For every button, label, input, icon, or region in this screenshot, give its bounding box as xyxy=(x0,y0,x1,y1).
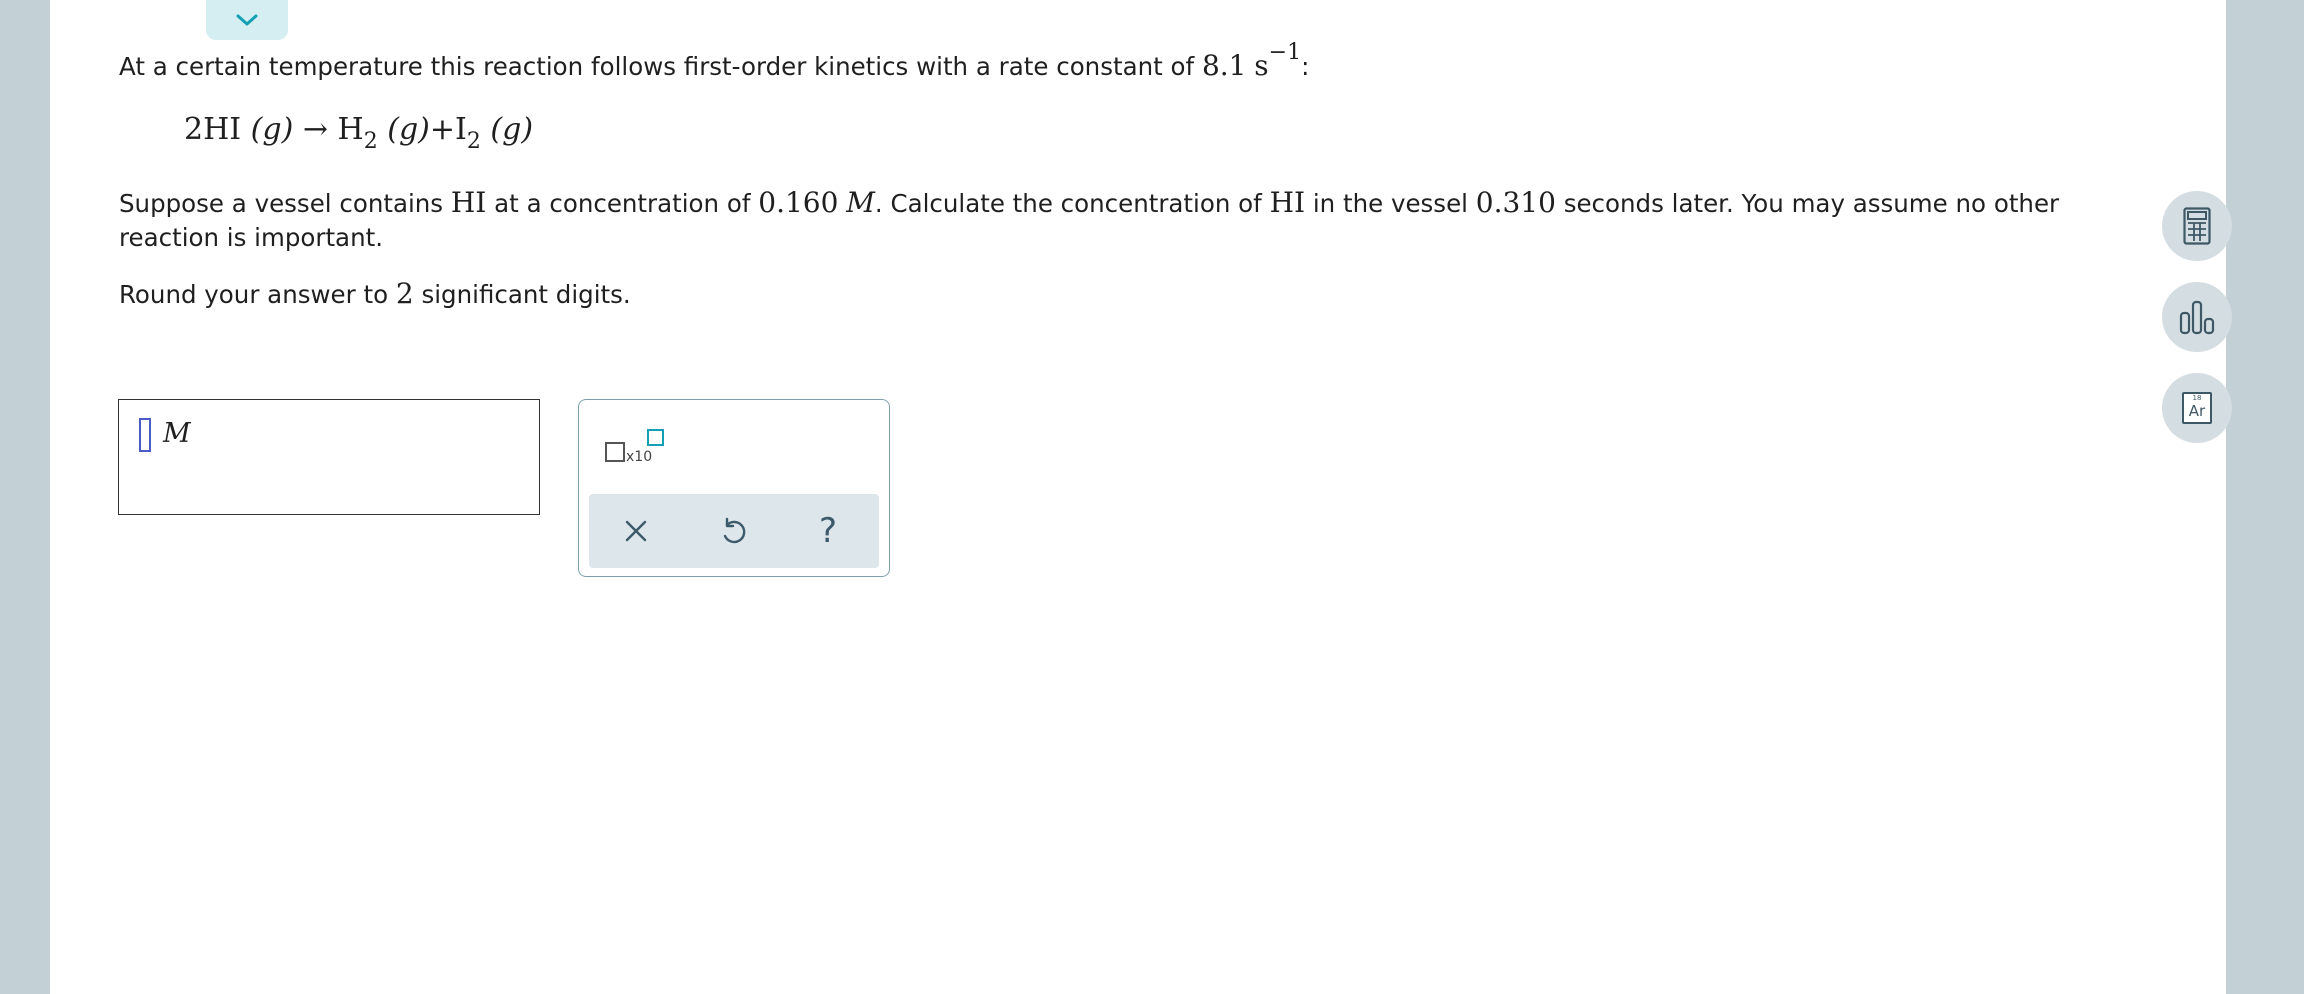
close-icon xyxy=(625,520,647,542)
help-button[interactable]: ? xyxy=(809,511,847,551)
question-intro: At a certain temperature this reaction f… xyxy=(119,40,1310,82)
reaction-arrow: → xyxy=(302,112,328,147)
question-panel: At a certain temperature this reaction f… xyxy=(50,0,2232,994)
calculator-icon xyxy=(2183,207,2211,245)
undo-icon xyxy=(723,517,746,544)
input-cursor-placeholder xyxy=(139,418,151,452)
collapse-toggle-button[interactable] xyxy=(206,0,288,40)
chevron-down-icon xyxy=(236,14,258,26)
rate-unit: s xyxy=(1254,49,1269,82)
rounding-instruction: Round your answer to 2 significant digit… xyxy=(119,277,631,310)
rate-constant-value: 8.1 xyxy=(1201,49,1247,82)
base-placeholder-icon xyxy=(605,442,625,462)
periodic-table-button[interactable]: 18 Ar xyxy=(2162,373,2232,443)
scientific-notation-button[interactable]: x10 xyxy=(603,428,665,468)
math-keypad: x10 ? xyxy=(578,399,890,577)
elapsed-time: 0.310 xyxy=(1475,186,1556,219)
keypad-action-bar: ? xyxy=(589,494,879,568)
reaction-equation: 2HI (g) → H2 (g)+I2 (g) xyxy=(184,112,534,154)
periodic-table-icon: 18 Ar xyxy=(2182,392,2212,424)
calculator-button[interactable] xyxy=(2162,191,2232,261)
data-chart-button[interactable] xyxy=(2162,282,2232,352)
question-body: Suppose a vessel contains HI at a concen… xyxy=(119,186,2060,252)
initial-concentration: 0.160 xyxy=(758,186,839,219)
exponent-placeholder-icon xyxy=(647,429,664,446)
clear-button[interactable] xyxy=(617,512,655,550)
undo-button[interactable] xyxy=(714,512,752,550)
rate-unit-exponent: −1 xyxy=(1268,40,1302,65)
answer-unit: M xyxy=(163,418,191,449)
bar-chart-icon xyxy=(2179,300,2215,335)
answer-input[interactable]: M xyxy=(118,399,540,515)
